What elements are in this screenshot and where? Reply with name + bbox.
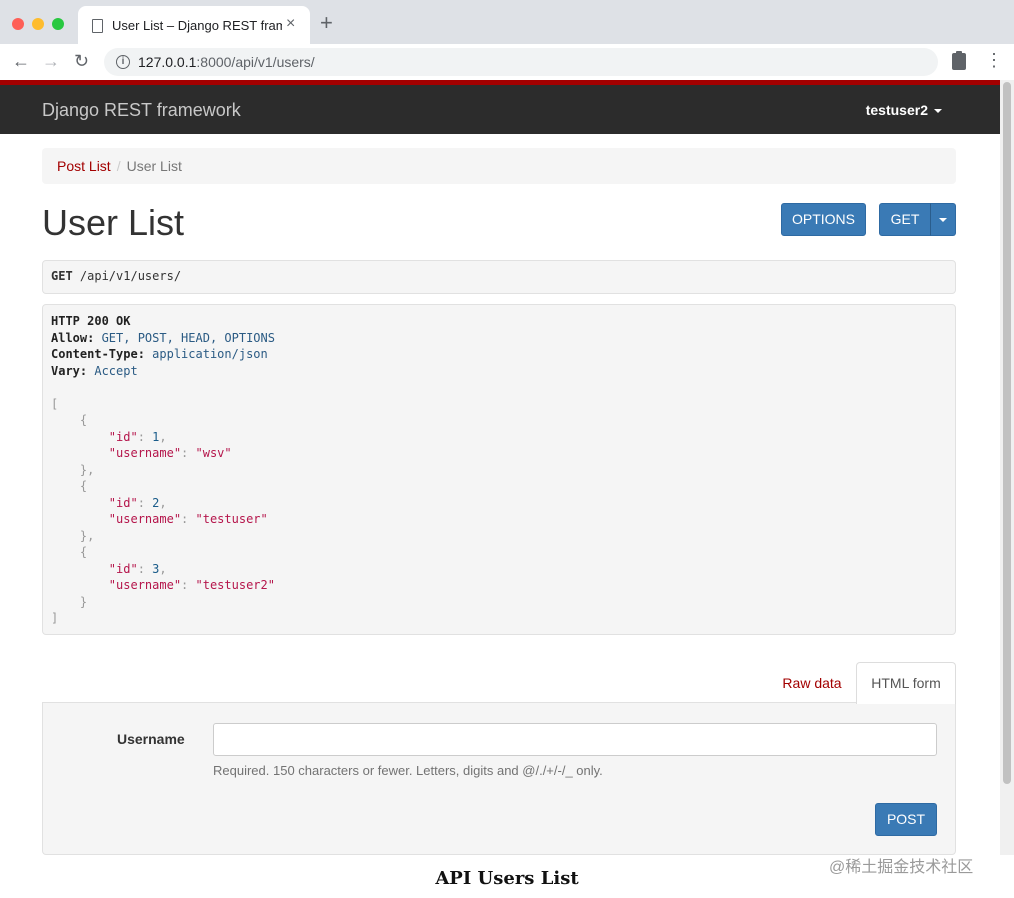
username-input[interactable] bbox=[213, 723, 937, 756]
json-open-bracket: [ bbox=[51, 396, 59, 411]
brand-link[interactable]: Django REST framework bbox=[42, 100, 241, 121]
more-menu-icon[interactable]: ⋮ bbox=[985, 50, 1003, 70]
json-field: "id": 2, bbox=[108, 495, 167, 510]
response-header: Allow: GET, POST, HEAD, OPTIONS bbox=[51, 330, 275, 345]
options-button[interactable]: OPTIONS bbox=[781, 203, 866, 236]
caret-down-icon bbox=[934, 109, 942, 114]
json-close-bracket: ] bbox=[51, 611, 59, 625]
new-tab-button[interactable]: + bbox=[320, 12, 333, 34]
minimize-window-button[interactable] bbox=[32, 18, 44, 30]
get-format-dropdown[interactable] bbox=[930, 203, 956, 236]
request-info: GET /api/v1/users/ bbox=[42, 260, 956, 294]
caret-down-icon bbox=[939, 218, 947, 223]
clipboard-icon[interactable] bbox=[952, 51, 966, 70]
figure-caption: API Users List bbox=[435, 868, 579, 889]
breadcrumb-post-list[interactable]: Post List bbox=[57, 158, 111, 174]
tab-html-form[interactable]: HTML form bbox=[856, 662, 956, 704]
response-header: Vary: Accept bbox=[51, 363, 138, 378]
username-help-text: Required. 150 characters or fewer. Lette… bbox=[213, 763, 603, 778]
url-text: 127.0.0.1:8000/api/v1/users/ bbox=[138, 54, 315, 70]
breadcrumb-user-list: User List bbox=[126, 158, 182, 174]
json-field: "id": 1, bbox=[108, 429, 167, 444]
username-label: testuser2 bbox=[865, 102, 928, 118]
forward-arrow-icon[interactable]: → bbox=[42, 51, 60, 71]
browser-toolbar: ← → ↻ i 127.0.0.1:8000/api/v1/users/ ⋮ bbox=[0, 44, 1014, 80]
browser-chrome: User List – Django REST framework × + ← … bbox=[0, 0, 1014, 80]
tab-title: User List – Django REST framework bbox=[112, 18, 282, 33]
request-method: GET bbox=[51, 269, 73, 283]
json-field: "username": "testuser" bbox=[108, 512, 268, 526]
reload-icon[interactable]: ↻ bbox=[74, 51, 89, 71]
html-form-panel: Username Required. 150 characters or few… bbox=[42, 702, 956, 855]
scrollbar-thumb[interactable] bbox=[1003, 82, 1011, 784]
request-path: /api/v1/users/ bbox=[72, 269, 182, 283]
json-field: "id": 3, bbox=[108, 561, 167, 576]
user-dropdown[interactable]: testuser2 bbox=[866, 102, 942, 118]
document-icon bbox=[92, 19, 103, 33]
response-header: Content-Type: application/json bbox=[51, 347, 268, 361]
browser-tab[interactable]: User List – Django REST framework × bbox=[78, 6, 310, 44]
close-window-button[interactable] bbox=[12, 18, 24, 30]
json-field: "username": "wsv" bbox=[108, 446, 232, 460]
scrollbar[interactable] bbox=[1000, 80, 1014, 855]
response-status: HTTP 200 OK bbox=[51, 314, 131, 328]
post-button[interactable]: POST bbox=[875, 803, 937, 836]
back-arrow-icon[interactable]: ← bbox=[12, 51, 30, 71]
close-tab-icon[interactable]: × bbox=[286, 15, 295, 33]
get-button[interactable]: GET bbox=[879, 203, 931, 236]
breadcrumb: Post List / User List bbox=[42, 148, 956, 184]
tab-raw-data[interactable]: Raw data bbox=[772, 664, 852, 702]
response-info: HTTP 200 OK Allow: GET, POST, HEAD, OPTI… bbox=[42, 304, 956, 635]
tab-strip: User List – Django REST framework × + bbox=[0, 0, 1014, 44]
username-field-label: Username bbox=[117, 731, 185, 747]
page-title: User List bbox=[42, 202, 185, 243]
info-icon[interactable]: i bbox=[116, 55, 130, 69]
address-bar[interactable]: i 127.0.0.1:8000/api/v1/users/ bbox=[104, 48, 938, 76]
top-navbar: Django REST framework testuser2 bbox=[0, 80, 1000, 134]
breadcrumb-separator: / bbox=[116, 158, 121, 174]
page-viewport: Django REST framework testuser2 Post Lis… bbox=[0, 80, 1000, 855]
zoom-window-button[interactable] bbox=[52, 18, 64, 30]
json-field: "username": "testuser2" bbox=[108, 578, 275, 592]
